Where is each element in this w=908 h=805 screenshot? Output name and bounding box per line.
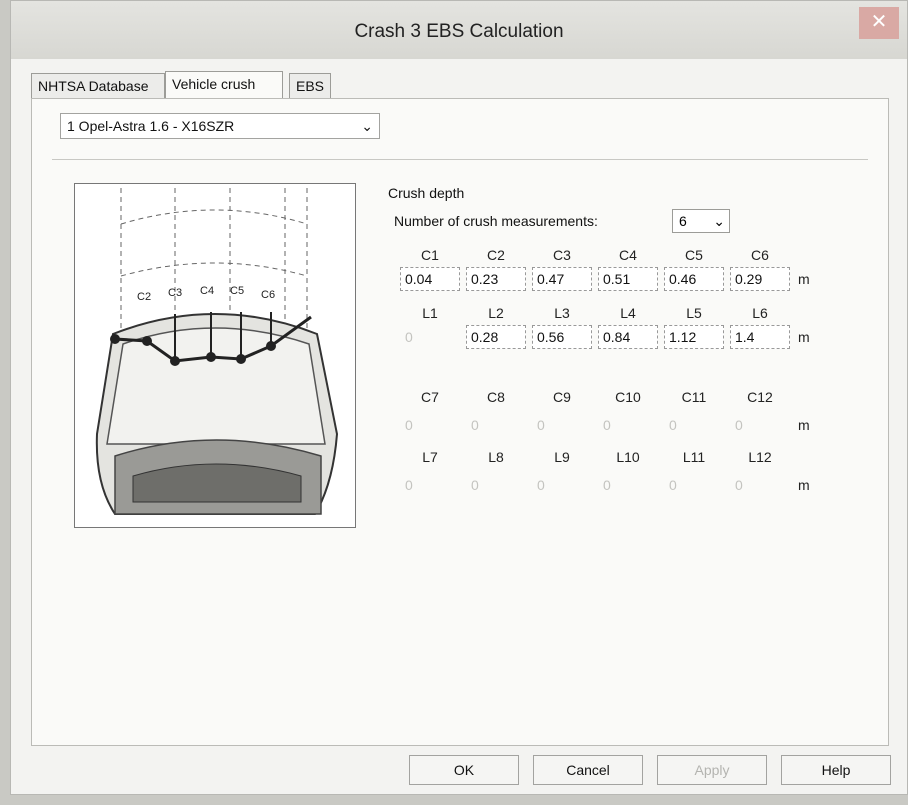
header-c4: C4 <box>619 247 637 263</box>
header-l1: L1 <box>422 305 438 321</box>
measurement-count-value: 6 <box>679 213 687 229</box>
length-l7-input: 0 <box>405 477 413 493</box>
dialog-window: Crash 3 EBS Calculation ✕ NHTSA Database… <box>10 0 908 795</box>
header-c5: C5 <box>685 247 703 263</box>
cancel-button[interactable]: Cancel <box>533 755 643 785</box>
vehicle-select[interactable]: 1 Opel-Astra 1.6 - X16SZR ⌄ <box>60 113 380 139</box>
header-l3: L3 <box>554 305 570 321</box>
figure-label-c3: C3 <box>168 287 182 299</box>
header-c7: C7 <box>421 389 439 405</box>
header-c12: C12 <box>747 389 773 405</box>
crush-c3-input[interactable]: 0.47 <box>532 267 592 291</box>
window-title: Crash 3 EBS Calculation <box>354 21 564 42</box>
header-l11: L11 <box>682 449 706 465</box>
header-l12: L12 <box>748 449 772 465</box>
header-l9: L9 <box>554 449 570 465</box>
header-l6: L6 <box>752 305 768 321</box>
length-l5-input[interactable]: 1.12 <box>664 325 724 349</box>
vehicle-crush-diagram: C2 C3 C4 C5 C6 <box>74 183 356 528</box>
crush-c7-input: 0 <box>405 417 413 433</box>
header-c8: C8 <box>487 389 505 405</box>
length-l2-input[interactable]: 0.28 <box>466 325 526 349</box>
header-l10: L10 <box>616 449 640 465</box>
measurement-count-label: Number of crush measurements: <box>394 213 598 229</box>
length-l12-input: 0 <box>735 477 743 493</box>
crush-c6-input[interactable]: 0.29 <box>730 267 790 291</box>
ok-button[interactable]: OK <box>409 755 519 785</box>
close-button[interactable]: ✕ <box>859 7 899 39</box>
vehicle-crush-panel: 1 Opel-Astra 1.6 - X16SZR ⌄ C2 C3 C4 C5 … <box>31 98 889 746</box>
figure-label-c6: C6 <box>261 289 275 301</box>
crush-c8-input: 0 <box>471 417 479 433</box>
header-l7: L7 <box>422 449 438 465</box>
unit-label: m <box>798 417 810 433</box>
chevron-down-icon: ⌄ <box>713 213 725 229</box>
tab-nhtsa-database[interactable]: NHTSA Database <box>31 73 165 99</box>
header-c11: C11 <box>681 389 707 405</box>
header-c6: C6 <box>751 247 769 263</box>
crush-c11-input: 0 <box>669 417 677 433</box>
figure-label-c5: C5 <box>230 285 244 297</box>
crush-c2-input[interactable]: 0.23 <box>466 267 526 291</box>
figure-label-c2: C2 <box>137 291 151 303</box>
header-l5: L5 <box>686 305 702 321</box>
length-l11-input: 0 <box>669 477 677 493</box>
divider <box>52 159 868 160</box>
header-l2: L2 <box>488 305 504 321</box>
header-c1: C1 <box>421 247 439 263</box>
length-l6-input[interactable]: 1.4 <box>730 325 790 349</box>
title-bar: Crash 3 EBS Calculation ✕ <box>11 1 907 59</box>
vehicle-select-value: 1 Opel-Astra 1.6 - X16SZR <box>67 118 235 134</box>
car-front-illustration: C2 C3 C4 C5 C6 <box>95 188 339 515</box>
length-l10-input: 0 <box>603 477 611 493</box>
help-button[interactable]: Help <box>781 755 891 785</box>
header-c9: C9 <box>553 389 571 405</box>
measurement-count-select[interactable]: 6 ⌄ <box>672 209 730 233</box>
crush-c1-input[interactable]: 0.04 <box>400 267 460 291</box>
crush-c9-input: 0 <box>537 417 545 433</box>
length-l1-input: 0 <box>405 329 413 345</box>
crush-c12-input: 0 <box>735 417 743 433</box>
tab-vehicle-crush[interactable]: Vehicle crush <box>165 71 283 99</box>
figure-label-c4: C4 <box>200 285 214 297</box>
length-l4-input[interactable]: 0.84 <box>598 325 658 349</box>
length-l3-input[interactable]: 0.56 <box>532 325 592 349</box>
crush-c5-input[interactable]: 0.46 <box>664 267 724 291</box>
unit-label: m <box>798 477 810 493</box>
header-c3: C3 <box>553 247 571 263</box>
header-l8: L8 <box>488 449 504 465</box>
crush-depth-heading: Crush depth <box>388 185 465 201</box>
header-l4: L4 <box>620 305 636 321</box>
unit-label: m <box>798 329 810 345</box>
chevron-down-icon: ⌄ <box>361 118 373 134</box>
crush-c10-input: 0 <box>603 417 611 433</box>
unit-label: m <box>798 271 810 287</box>
length-l8-input: 0 <box>471 477 479 493</box>
tab-ebs[interactable]: EBS <box>289 73 331 99</box>
crush-c4-input[interactable]: 0.51 <box>598 267 658 291</box>
length-l9-input: 0 <box>537 477 545 493</box>
apply-button[interactable]: Apply <box>657 755 767 785</box>
header-c2: C2 <box>487 247 505 263</box>
header-c10: C10 <box>615 389 641 405</box>
